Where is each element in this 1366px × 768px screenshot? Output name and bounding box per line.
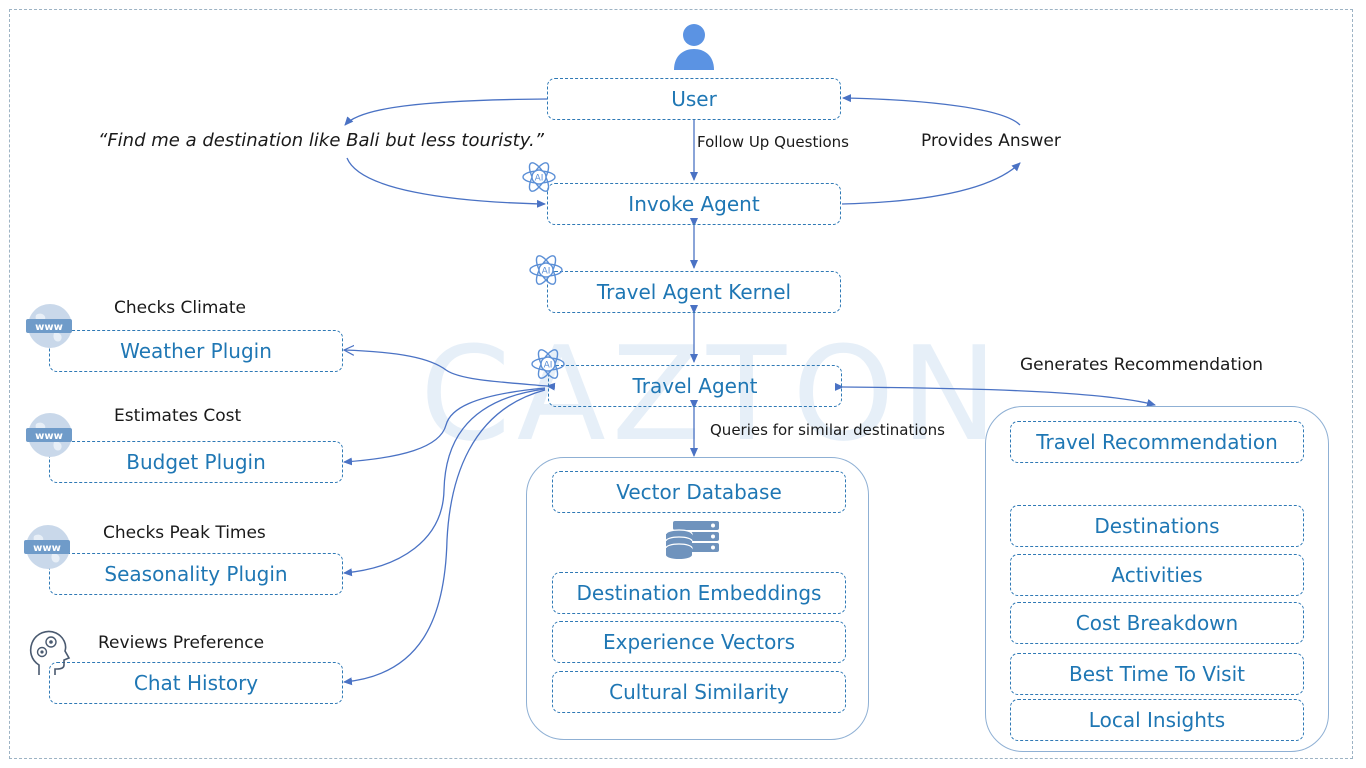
vector-database-node[interactable]: Vector Database [552,471,846,513]
activities-node[interactable]: Activities [1010,554,1304,596]
cultural-similarity-node[interactable]: Cultural Similarity [552,671,846,713]
destination-embeddings-node[interactable]: Destination Embeddings [552,572,846,614]
svg-text:www: www [35,322,63,333]
www-globe-icon: www [26,413,72,457]
weather-plugin-node[interactable]: Weather Plugin [49,330,343,372]
queries-similar-label: Queries for similar destinations [710,421,945,439]
local-insights-node[interactable]: Local Insights [1010,699,1304,741]
generates-recommendation-label: Generates Recommendation [1020,355,1264,375]
ai-atom-icon: AI [522,162,556,192]
database-server-icon [665,521,719,559]
ai-atom-icon: AI [529,255,563,285]
experience-vectors-node[interactable]: Experience Vectors [552,621,846,663]
arrow-user-to-query [344,98,548,126]
user-query-text: “Find me a destination like Bali but les… [98,130,545,151]
svg-text:AI: AI [544,361,553,371]
checks-peak-label: Checks Peak Times [103,523,266,543]
cost-breakdown-node[interactable]: Cost Breakdown [1010,602,1304,644]
svg-text:www: www [35,431,63,442]
arrow-agent-recommendation [834,382,1156,407]
svg-text:www: www [33,543,61,554]
arrow-agent-seasonality [343,388,546,577]
reviews-preference-label: Reviews Preference [98,633,265,653]
arrow-agent-budget [343,387,546,466]
svg-text:AI: AI [535,174,544,184]
travel-agent-kernel-node[interactable]: Travel Agent Kernel [547,271,841,313]
seasonality-plugin-node[interactable]: Seasonality Plugin [49,553,343,595]
arrow-invoke-to-answer [841,162,1021,205]
www-globe-icon: www [26,304,72,348]
invoke-agent-node[interactable]: Invoke Agent [547,183,841,225]
brain-gears-icon [29,630,71,675]
provides-answer-label: Provides Answer [921,131,1061,151]
destinations-node[interactable]: Destinations [1010,505,1304,547]
travel-recommendation-node[interactable]: Travel Recommendation [1010,421,1304,463]
user-icon [674,24,714,70]
arrow-agent-chat [343,389,546,686]
svg-text:AI: AI [542,267,551,277]
arrow-query-to-invoke [346,157,546,208]
budget-plugin-node[interactable]: Budget Plugin [49,441,343,483]
ai-atom-icon: AI [531,349,565,379]
user-node[interactable]: User [547,78,841,120]
arrow-agent-weather [344,350,547,386]
chat-history-node[interactable]: Chat History [49,662,343,704]
best-time-to-visit-node[interactable]: Best Time To Visit [1010,653,1304,695]
follow-up-label: Follow Up Questions [697,133,849,151]
travel-agent-node[interactable]: Travel Agent [548,365,842,407]
arrow-answer-to-user [842,94,1021,126]
www-globe-icon: www [24,525,70,569]
estimates-cost-label: Estimates Cost [114,406,242,426]
checks-climate-label: Checks Climate [114,298,246,318]
